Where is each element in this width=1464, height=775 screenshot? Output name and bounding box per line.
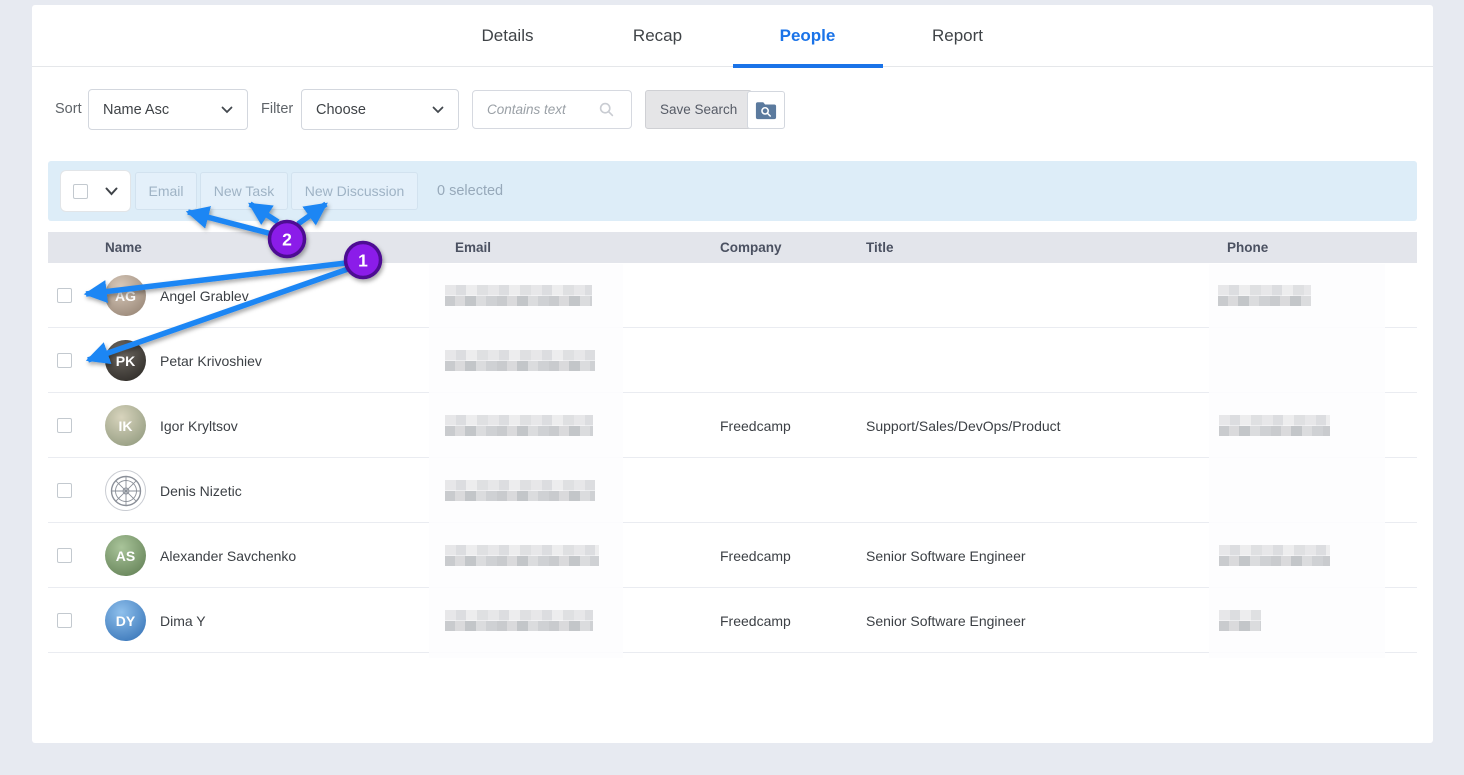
column-header-phone: Phone <box>1227 240 1268 255</box>
person-title: Support/Sales/DevOps/Product <box>866 418 1061 434</box>
avatar: AG <box>105 275 146 316</box>
tab-label: People <box>780 26 836 46</box>
avatar-initials: AG <box>115 288 136 304</box>
tab-bar: Details Recap People Report <box>32 5 1433 67</box>
row-checkbox[interactable] <box>57 483 72 498</box>
person-name[interactable]: Alexander Savchenko <box>160 548 296 564</box>
filter-label: Filter <box>261 101 293 117</box>
redacted-email <box>445 350 595 371</box>
tab-label: Details <box>482 26 534 46</box>
avatar-initials: PK <box>116 353 135 369</box>
row-checkbox[interactable] <box>57 548 72 563</box>
saved-searches-button[interactable] <box>747 91 785 129</box>
column-header-title: Title <box>866 240 894 255</box>
avatar: IK <box>105 405 146 446</box>
search-icon <box>599 102 614 117</box>
sort-select-value: Name Asc <box>103 102 169 118</box>
person-company: Freedcamp <box>720 418 791 434</box>
row-checkbox[interactable] <box>57 613 72 628</box>
tab-people[interactable]: People <box>733 5 883 67</box>
dharma-wheel-avatar-icon <box>109 474 143 508</box>
redacted-phone <box>1218 285 1311 306</box>
person-title: Senior Software Engineer <box>866 548 1026 564</box>
selected-count: 0 selected <box>437 183 503 199</box>
redacted-email <box>445 415 593 436</box>
person-name[interactable]: Petar Krivoshiev <box>160 353 262 369</box>
email-redaction-band <box>429 264 623 658</box>
chevron-down-icon <box>432 106 444 114</box>
content-card: Details Recap People Report Sort Name As… <box>32 5 1433 743</box>
redacted-email <box>445 480 595 501</box>
chevron-down-icon <box>105 187 118 196</box>
email-button[interactable]: Email <box>135 172 197 210</box>
person-company: Freedcamp <box>720 548 791 564</box>
avatar <box>105 470 146 511</box>
redacted-phone <box>1219 610 1261 631</box>
row-checkbox[interactable] <box>57 288 72 303</box>
new-task-button[interactable]: New Task <box>200 172 288 210</box>
avatar-initials: AS <box>116 548 135 564</box>
toolbar: Sort Name Asc Filter Choose Save Search <box>32 89 1433 130</box>
new-discussion-button[interactable]: New Discussion <box>291 172 418 210</box>
filter-select[interactable]: Choose <box>301 89 459 130</box>
person-company: Freedcamp <box>720 613 791 629</box>
row-checkbox[interactable] <box>57 418 72 433</box>
table-header: Name Email Company Title Phone <box>48 232 1417 263</box>
avatar: PK <box>105 340 146 381</box>
search-input[interactable] <box>487 102 599 117</box>
redacted-email <box>445 285 592 306</box>
redacted-phone <box>1219 545 1330 566</box>
filter-select-value: Choose <box>316 102 366 118</box>
select-all-checkbox[interactable] <box>73 184 88 199</box>
redacted-email <box>445 545 599 566</box>
folder-search-icon <box>755 101 777 120</box>
person-name[interactable]: Angel Grablev <box>160 288 249 304</box>
avatar-initials: IK <box>119 418 133 434</box>
tab-label: Recap <box>633 26 682 46</box>
phone-redaction-band <box>1209 264 1385 658</box>
column-header-company: Company <box>720 240 782 255</box>
sort-label: Sort <box>55 101 82 117</box>
redacted-email <box>445 610 593 631</box>
select-all-dropdown[interactable] <box>60 170 131 212</box>
sort-select[interactable]: Name Asc <box>88 89 248 130</box>
bulk-action-bar: Email New Task New Discussion 0 selected <box>48 161 1417 221</box>
redacted-phone <box>1219 415 1330 436</box>
row-checkbox[interactable] <box>57 353 72 368</box>
person-name[interactable]: Dima Y <box>160 613 206 629</box>
column-header-email: Email <box>455 240 491 255</box>
column-header-name: Name <box>105 240 142 255</box>
person-name[interactable]: Igor Kryltsov <box>160 418 238 434</box>
tab-label: Report <box>932 26 983 46</box>
avatar-initials: DY <box>116 613 135 629</box>
save-search-button[interactable]: Save Search <box>645 90 752 129</box>
tab-recap[interactable]: Recap <box>583 5 733 67</box>
chevron-down-icon <box>221 106 233 114</box>
person-title: Senior Software Engineer <box>866 613 1026 629</box>
avatar: DY <box>105 600 146 641</box>
person-name[interactable]: Denis Nizetic <box>160 483 242 499</box>
tab-report[interactable]: Report <box>883 5 1033 67</box>
contains-text-search <box>472 90 632 129</box>
avatar: AS <box>105 535 146 576</box>
tab-details[interactable]: Details <box>433 5 583 67</box>
